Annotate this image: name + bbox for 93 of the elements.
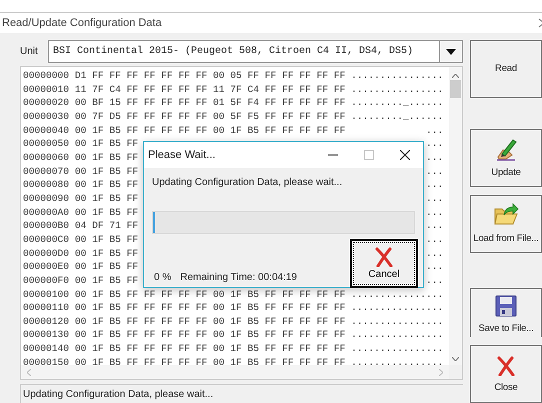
hex-bytes: 00 1F B5 FF — [74, 246, 138, 260]
hex-bytes: 00 1F B5 FF — [74, 260, 138, 274]
ascii-text: ................ — [351, 314, 444, 328]
ascii-text: ... — [426, 206, 444, 220]
hex-address: 00000020 — [23, 96, 70, 110]
side-button[interactable]: Load from File... — [470, 194, 542, 253]
hex-bytes: 00 1F B5 FF FF FF FF FF 00 1F B5 FF FF FF FF FF — [74, 314, 346, 328]
hex-address: 00000110 — [23, 301, 70, 315]
hex-address: 000000A0 — [23, 206, 70, 220]
ascii-text: ................ — [351, 356, 444, 365]
dialog-title: Please Wait... — [148, 149, 216, 161]
hex-address: 00000090 — [23, 192, 70, 206]
scroll-left-icon[interactable] — [27, 368, 31, 376]
ascii-text: ... — [426, 124, 444, 138]
side-button[interactable]: Close — [470, 345, 542, 403]
scrollbar-thumb[interactable] — [450, 80, 461, 98]
ascii-text: ................ — [351, 69, 444, 83]
ascii-text: ................ — [351, 342, 444, 356]
hex-address: 00000040 — [23, 124, 70, 138]
ascii-text: ... — [426, 260, 444, 274]
hex-address: 00000100 — [23, 288, 70, 302]
scroll-up-icon[interactable] — [452, 74, 459, 78]
hex-bytes: 04 DF 71 FF — [74, 219, 138, 233]
ascii-text: ... — [426, 274, 444, 288]
hex-address: 00000000 — [23, 69, 70, 83]
hex-address: 000000F0 — [23, 274, 70, 288]
hex-bytes: 00 1F B5 FF FF FF FF FF 00 1F B5 FF FF FF FF FF — [74, 124, 346, 138]
ascii-text: ................ — [351, 82, 444, 96]
cross-icon — [374, 247, 394, 267]
hex-bytes: 00 1F B5 FF — [74, 150, 138, 165]
hex-address: 000000D0 — [23, 246, 70, 260]
hex-bytes: D1 FF FF FF FF FF FF FF 00 05 FF FF FF FF FF FF — [74, 69, 346, 83]
hex-bytes: 00 1F B5 FF FF FF FF FF 00 1F B5 FF FF FF FF FF — [74, 288, 346, 302]
ascii-text: ................ — [351, 301, 444, 315]
dropdown-arrow-icon — [446, 48, 456, 54]
ascii-text: ................ — [351, 288, 444, 302]
hex-address: 00000130 — [23, 328, 70, 342]
ascii-text: ... — [426, 164, 444, 178]
horizontal-scrollbar[interactable] — [21, 365, 449, 379]
hex-bytes: 00 1F B5 FF — [74, 178, 138, 192]
scrollbar-corner — [449, 365, 462, 379]
hex-bytes: 11 7F C4 FF FF FF FF FF 11 7F C4 FF FF FF FF FF — [74, 82, 346, 96]
ascii-text: ........._...... — [351, 96, 444, 110]
hex-bytes: 00 BF 15 FF FF FF FF FF 01 5F F4 FF FF FF FF FF — [74, 96, 346, 110]
ascii-text: ... — [426, 219, 444, 233]
vertical-scrollbar[interactable] — [449, 67, 462, 365]
remaining-time: Remaining Time: 00:04:19 — [180, 272, 298, 283]
hex-bytes: 00 1F B5 FF — [74, 274, 138, 288]
ascii-text: ........._...... — [351, 110, 444, 124]
hex-address: 000000C0 — [23, 232, 70, 247]
ascii-text: ... — [426, 178, 444, 192]
status-bar: Updating Configuration Data, please wait... — [20, 384, 463, 403]
hex-bytes: 00 1F B5 FF FF FF FF FF 00 1F B5 FF FF FF FF FF — [74, 301, 346, 315]
window-title: Read/Update Configuration Data — [2, 17, 162, 29]
hex-address: 000000E0 — [23, 260, 70, 274]
hex-bytes: 00 1F B5 FF — [74, 206, 138, 220]
hex-address: 00000070 — [23, 164, 70, 178]
hex-bytes: 00 7F D5 FF FF FF FF FF 00 5F F5 FF FF FF FF FF — [74, 110, 346, 124]
side-button[interactable]: Save to File... — [470, 288, 542, 338]
folder-arrow-icon — [493, 203, 519, 228]
hex-address: 00000010 — [23, 82, 70, 96]
dialog-message: Updating Configuration Data, please wait... — [152, 177, 344, 188]
hex-address: 00000120 — [23, 314, 70, 328]
hex-bytes: 00 1F B5 FF — [74, 232, 138, 247]
hex-bytes: 00 1F B5 FF FF FF FF FF 00 1F B5 FF FF FF FF FF — [74, 356, 346, 365]
side-button[interactable]: Read — [470, 40, 542, 98]
hex-bytes: 00 1F B5 FF — [74, 192, 138, 206]
hex-address: 000000B0 — [23, 219, 70, 233]
ascii-text: ... — [426, 192, 444, 206]
save-icon — [495, 294, 517, 317]
ascii-text: ... — [426, 150, 444, 165]
hex-bytes: 00 1F B5 FF — [74, 137, 138, 151]
unit-label: Unit — [20, 46, 39, 57]
hex-address: 00000140 — [23, 342, 70, 356]
ascii-text: ... — [426, 137, 444, 151]
scroll-right-icon[interactable] — [439, 368, 443, 376]
ascii-text: ................ — [351, 328, 444, 342]
unit-dropdown[interactable]: BSI Continental 2015- (Peugeot 508, Citroen C4 II, DS4, DS5) — [48, 40, 463, 63]
hand-pencil-icon — [494, 137, 518, 162]
hex-bytes: 00 1F B5 FF FF FF FF FF 00 1F B5 FF FF FF FF FF — [74, 342, 346, 356]
hex-address: 00000050 — [23, 137, 70, 151]
hex-bytes: 00 1F B5 FF — [74, 164, 138, 178]
hex-address: 00000150 — [23, 356, 70, 365]
ascii-text: ... — [426, 232, 444, 247]
side-button[interactable]: Update — [470, 128, 542, 187]
scroll-down-icon[interactable] — [452, 357, 459, 361]
hex-address: 00000060 — [23, 150, 70, 165]
hex-address: 00000080 — [23, 178, 70, 192]
progress-percent: 0 % — [154, 272, 172, 283]
hex-address: 00000030 — [23, 110, 70, 124]
ascii-text: ... — [426, 246, 444, 260]
hex-bytes: 00 1F B5 FF FF FF FF FF 00 1F B5 FF FF FF FF FF — [74, 328, 346, 342]
cancel-button[interactable]: Cancel — [353, 242, 415, 285]
